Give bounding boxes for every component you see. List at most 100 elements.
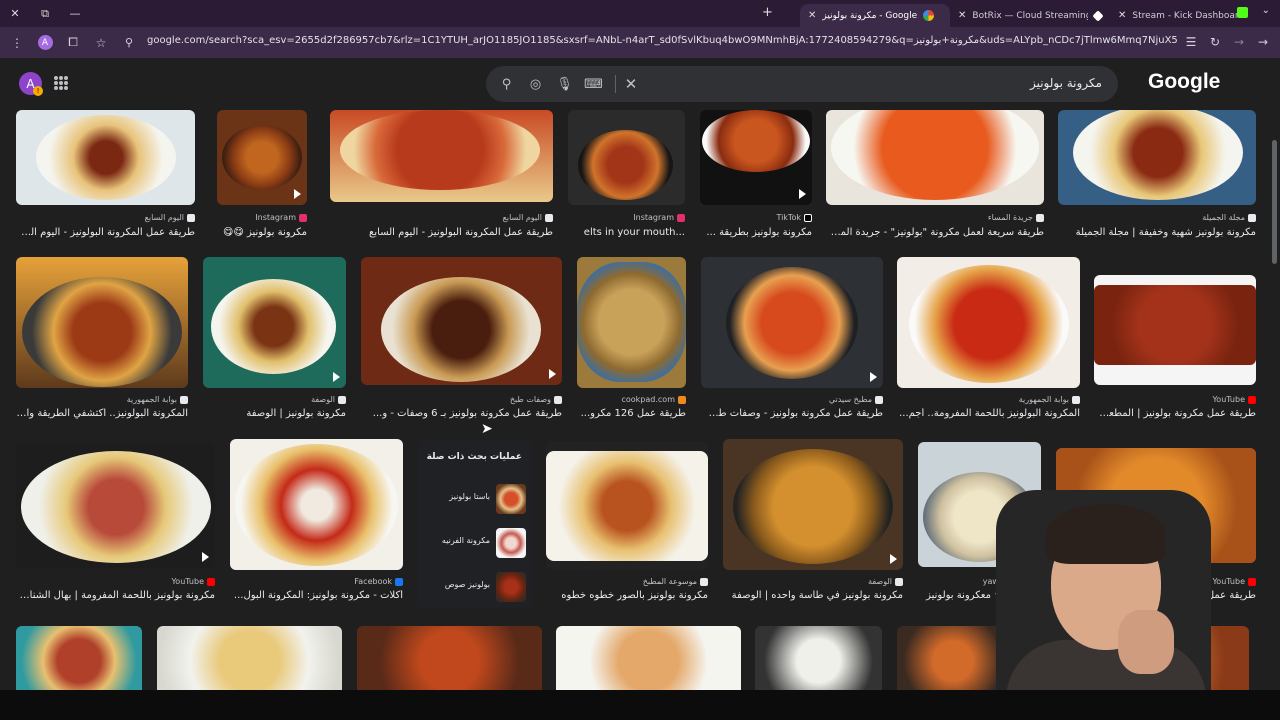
video-play-icon — [799, 189, 806, 199]
pasta-plate — [21, 451, 211, 563]
image-result[interactable]: اليوم السابع طريقة عمل المكرونة البولوني… — [330, 110, 553, 240]
result-source: مجلة الجميلة — [1202, 213, 1256, 222]
result-thumbnail[interactable] — [701, 257, 883, 388]
image-result[interactable]: بوابة الجمهورية المكرونة البولونيز باللح… — [897, 257, 1080, 423]
result-thumbnail[interactable] — [217, 110, 307, 205]
image-result[interactable]: الوصفة مكرونة بولونيز | الوصفة — [203, 257, 346, 423]
result-title[interactable]: مكرونة بولونيز بطريقة ... — [700, 227, 812, 238]
video-play-icon — [294, 189, 301, 199]
result-thumbnail[interactable] — [897, 626, 1009, 690]
image-result[interactable]: الوصفة مكرونة بولونيز في طاسة واحده | ال… — [723, 439, 903, 605]
result-title[interactable]: أكلات - مكرونة بولونيز: المكرونة البول..… — [230, 590, 403, 601]
related-thumbnail — [496, 528, 526, 558]
result-thumbnail[interactable] — [1058, 110, 1256, 205]
related-search-item[interactable]: بولونيز صوص — [418, 566, 532, 608]
result-title[interactable]: المكرونة البولونيز.. اكتشفي الطريقة والد… — [16, 408, 188, 419]
result-title[interactable]: مكرونة بولونيز 😋😋 — [217, 227, 307, 238]
bookmark-star-icon[interactable]: ☆ — [90, 32, 112, 54]
result-thumbnail[interactable] — [826, 110, 1044, 205]
result-thumbnail[interactable] — [700, 110, 812, 205]
keyboard-icon[interactable]: ⌨ — [579, 66, 608, 102]
result-title[interactable]: مكرونة بولونيز باللحمة المفرومة | بهال ا… — [16, 590, 215, 601]
image-result[interactable]: Instagram مكرونة بولونيز 😋😋 — [217, 110, 307, 240]
image-result[interactable]: اليوم السابع طريقة عمل المكرونة البولوني… — [16, 110, 195, 240]
site-search-icon[interactable]: ⚲ — [118, 32, 140, 54]
image-result[interactable]: YouTube طريقة عمل مكرونة بولونيز | المطع… — [1094, 257, 1256, 423]
result-title[interactable]: المكرونة البولونيز باللحمة المفرومة.. أج… — [897, 408, 1080, 419]
result-thumbnail[interactable] — [330, 110, 553, 202]
tab-botrix[interactable]: ✕ BotRix — Cloud Streaming Bot — [950, 4, 1110, 27]
image-result[interactable]: Instagram ...elts in your mouth — [568, 110, 685, 240]
result-thumbnail[interactable] — [755, 626, 882, 690]
image-result[interactable]: وصفات طبخ طريقة عمل مكرونة بولونيز بـ 6 … — [361, 257, 562, 423]
result-thumbnail[interactable] — [361, 257, 562, 385]
result-thumbnail[interactable] — [203, 257, 346, 388]
image-result[interactable]: جريدة المساء طريقة سريعة لعمل مكرونة "بو… — [826, 110, 1044, 240]
related-search-item[interactable]: مكرونة الفرنيه — [418, 522, 532, 564]
result-title[interactable]: طريقة عمل المكرونة البولونيز - اليوم الس… — [16, 227, 195, 238]
close-tab-icon[interactable]: ✕ — [808, 10, 816, 21]
back-icon[interactable]: → — [1252, 31, 1274, 53]
tab-search-chevron-icon[interactable]: ⌄ — [1262, 5, 1270, 16]
related-search-item[interactable]: باستا بولونيز — [418, 478, 532, 520]
image-result[interactable]: مطبخ سيدتي طريقة عمل مكرونة بولونيز - وص… — [701, 257, 883, 423]
result-title[interactable]: طريقة سريعة لعمل مكرونة "بولونيز" - جريد… — [826, 227, 1044, 238]
site-settings-icon[interactable]: ☰ — [1180, 31, 1202, 53]
image-result[interactable]: بوابة الجمهورية المكرونة البولونيز.. اكت… — [16, 257, 188, 423]
search-box[interactable]: ⚲ ◎ 🎙︎ ⌨ ✕ مكرونة بولونيز — [486, 66, 1118, 102]
result-thumbnail[interactable] — [577, 257, 686, 388]
forward-icon[interactable]: → — [1228, 31, 1250, 53]
image-result[interactable]: YouTube مكرونة بولونيز باللحمة المفرومة … — [16, 443, 215, 605]
restore-window-icon[interactable]: ⧉ — [30, 0, 60, 27]
tab-kick-dashboard[interactable]: ✕ Stream - Kick Dashboard — [1110, 4, 1240, 27]
image-result[interactable]: Facebook أكلات - مكرونة بولونيز: المكرون… — [230, 439, 403, 605]
menu-dots-icon[interactable]: ⋮ — [6, 32, 28, 54]
image-result[interactable]: موسوعة المطبخ مكرونة بولونيز بالصور خطوه… — [546, 441, 708, 605]
new-tab-button[interactable]: + — [762, 5, 773, 20]
result-title[interactable]: طريقة عمل المكرونة البولونيز - اليوم الس… — [330, 227, 553, 238]
result-title[interactable]: مكرونة بولونيز بالصور خطوه خطوه — [546, 590, 708, 601]
search-input[interactable]: مكرونة بولونيز — [1030, 76, 1102, 90]
profile-button[interactable]: A — [34, 32, 56, 54]
result-title[interactable]: طريقة عمل مكرونة بولونيز - وصفات طب... — [701, 408, 883, 419]
result-thumbnail[interactable] — [16, 257, 188, 388]
result-thumbnail[interactable] — [568, 110, 685, 205]
close-window-icon[interactable]: ✕ — [0, 0, 30, 27]
result-title[interactable]: مكرونة بولونيز شهية وخفيفة | مجلة الجميل… — [1058, 227, 1256, 238]
result-thumbnail[interactable] — [230, 439, 403, 570]
address-bar[interactable]: google.com/search?sca_esv=2655d2f286957c… — [147, 35, 1177, 46]
result-thumbnail[interactable] — [723, 439, 903, 570]
microphone-icon[interactable]: 🎙︎ — [550, 66, 579, 102]
image-result[interactable]: TikTok مكرونة بولونيز بطريقة ... — [700, 110, 812, 240]
lens-icon[interactable]: ◎ — [521, 66, 550, 102]
result-thumbnail[interactable] — [357, 626, 542, 690]
cast-icon[interactable]: ⧠ — [62, 32, 84, 54]
divider — [615, 75, 616, 93]
image-result[interactable]: مجلة الجميلة مكرونة بولونيز شهية وخفيفة … — [1058, 110, 1256, 240]
close-tab-icon[interactable]: ✕ — [1118, 10, 1126, 21]
result-title[interactable]: مكرونة بولونيز في طاسة واحده | الوصفة — [723, 590, 903, 601]
result-thumbnail[interactable] — [16, 443, 215, 568]
page-scrollbar[interactable] — [1272, 140, 1277, 264]
result-title[interactable]: مكرونة بولونيز | الوصفة — [203, 408, 346, 419]
result-thumbnail[interactable] — [157, 626, 342, 690]
result-title[interactable]: طريقة عمل 126 مكرو... — [577, 408, 686, 419]
google-apps-icon[interactable] — [54, 76, 68, 90]
result-title[interactable]: طريقة عمل مكرونة بولونيز | المطعم... — [1094, 408, 1256, 419]
result-title[interactable]: طريقة عمل مكرونة بولونيز بـ 6 وصفات - و.… — [361, 408, 562, 419]
search-icon[interactable]: ⚲ — [492, 66, 521, 102]
close-tab-icon[interactable]: ✕ — [958, 10, 966, 21]
image-result[interactable]: cookpad.com طريقة عمل 126 مكرو... — [577, 257, 686, 423]
tab-google-search[interactable]: ✕ Google - مكرونة بولونيز — [800, 4, 950, 27]
result-thumbnail[interactable] — [16, 110, 195, 205]
minimize-window-icon[interactable]: — — [60, 0, 90, 27]
result-thumbnail[interactable] — [546, 441, 708, 570]
reload-icon[interactable]: ↻ — [1204, 31, 1226, 53]
result-thumbnail[interactable] — [897, 257, 1080, 388]
result-thumbnail[interactable] — [556, 626, 741, 690]
result-title[interactable]: ...elts in your mouth — [568, 227, 685, 238]
clear-search-icon[interactable]: ✕ — [621, 66, 641, 102]
result-thumbnail[interactable] — [1094, 275, 1256, 385]
google-logo[interactable]: Google — [1148, 70, 1220, 94]
result-thumbnail[interactable] — [16, 626, 142, 690]
